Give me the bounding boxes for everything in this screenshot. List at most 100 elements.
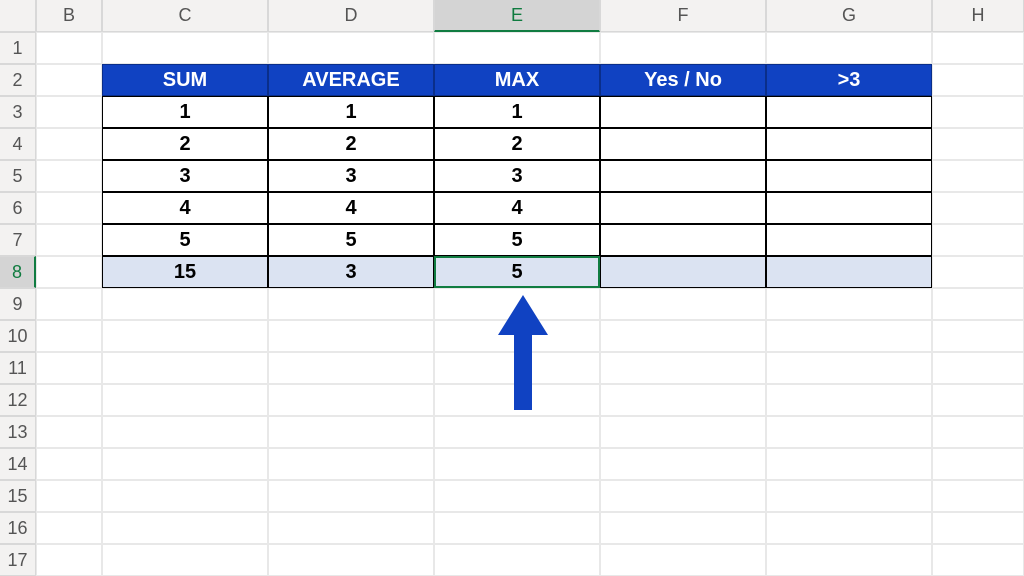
cell-B3[interactable]	[36, 96, 102, 128]
cell-D5[interactable]: 3	[268, 160, 434, 192]
cell-F4[interactable]	[600, 128, 766, 160]
cell-B17[interactable]	[36, 544, 102, 576]
cell-G5[interactable]	[766, 160, 932, 192]
col-header-F[interactable]: F	[600, 0, 766, 32]
cell-D14[interactable]	[268, 448, 434, 480]
cell-F17[interactable]	[600, 544, 766, 576]
cell-G2-header[interactable]: >3	[766, 64, 932, 96]
row-header-3[interactable]: 3	[0, 96, 36, 128]
cell-D4[interactable]: 2	[268, 128, 434, 160]
cell-F1[interactable]	[600, 32, 766, 64]
cell-B2[interactable]	[36, 64, 102, 96]
cell-H12[interactable]	[932, 384, 1024, 416]
cell-E3[interactable]: 1	[434, 96, 600, 128]
cell-D10[interactable]	[268, 320, 434, 352]
cell-H16[interactable]	[932, 512, 1024, 544]
cell-F9[interactable]	[600, 288, 766, 320]
cell-C9[interactable]	[102, 288, 268, 320]
cell-B12[interactable]	[36, 384, 102, 416]
cell-G10[interactable]	[766, 320, 932, 352]
cell-C5[interactable]: 3	[102, 160, 268, 192]
cell-E17[interactable]	[434, 544, 600, 576]
cell-H2[interactable]	[932, 64, 1024, 96]
cell-F13[interactable]	[600, 416, 766, 448]
cell-G13[interactable]	[766, 416, 932, 448]
cell-H5[interactable]	[932, 160, 1024, 192]
cell-H9[interactable]	[932, 288, 1024, 320]
row-header-4[interactable]: 4	[0, 128, 36, 160]
cell-F15[interactable]	[600, 480, 766, 512]
cell-E7[interactable]: 5	[434, 224, 600, 256]
cell-F8[interactable]	[600, 256, 766, 288]
cell-G1[interactable]	[766, 32, 932, 64]
cell-D11[interactable]	[268, 352, 434, 384]
cell-G3[interactable]	[766, 96, 932, 128]
cell-G11[interactable]	[766, 352, 932, 384]
cell-C3[interactable]: 1	[102, 96, 268, 128]
col-header-C[interactable]: C	[102, 0, 268, 32]
col-header-E[interactable]: E	[434, 0, 600, 32]
cell-C17[interactable]	[102, 544, 268, 576]
cell-D6[interactable]: 4	[268, 192, 434, 224]
cell-F3[interactable]	[600, 96, 766, 128]
col-header-D[interactable]: D	[268, 0, 434, 32]
cell-H4[interactable]	[932, 128, 1024, 160]
cell-H14[interactable]	[932, 448, 1024, 480]
cell-F12[interactable]	[600, 384, 766, 416]
cell-F6[interactable]	[600, 192, 766, 224]
cell-E4[interactable]: 2	[434, 128, 600, 160]
cell-D3[interactable]: 1	[268, 96, 434, 128]
cell-D15[interactable]	[268, 480, 434, 512]
cell-H15[interactable]	[932, 480, 1024, 512]
cell-B8[interactable]	[36, 256, 102, 288]
col-header-H[interactable]: H	[932, 0, 1024, 32]
row-header-15[interactable]: 15	[0, 480, 36, 512]
row-header-17[interactable]: 17	[0, 544, 36, 576]
cell-B15[interactable]	[36, 480, 102, 512]
cell-G4[interactable]	[766, 128, 932, 160]
row-header-7[interactable]: 7	[0, 224, 36, 256]
cell-F2-header[interactable]: Yes / No	[600, 64, 766, 96]
cell-C1[interactable]	[102, 32, 268, 64]
cell-E14[interactable]	[434, 448, 600, 480]
cell-F5[interactable]	[600, 160, 766, 192]
row-header-8[interactable]: 8	[0, 256, 36, 288]
cell-B7[interactable]	[36, 224, 102, 256]
cell-D2-header[interactable]: AVERAGE	[268, 64, 434, 96]
cell-F11[interactable]	[600, 352, 766, 384]
cell-B14[interactable]	[36, 448, 102, 480]
row-header-12[interactable]: 12	[0, 384, 36, 416]
col-header-G[interactable]: G	[766, 0, 932, 32]
cell-C8[interactable]: 15	[102, 256, 268, 288]
cell-G17[interactable]	[766, 544, 932, 576]
cell-C12[interactable]	[102, 384, 268, 416]
cell-C14[interactable]	[102, 448, 268, 480]
cell-E2-header[interactable]: MAX	[434, 64, 600, 96]
row-header-14[interactable]: 14	[0, 448, 36, 480]
cell-B13[interactable]	[36, 416, 102, 448]
row-header-10[interactable]: 10	[0, 320, 36, 352]
cell-C6[interactable]: 4	[102, 192, 268, 224]
cell-B10[interactable]	[36, 320, 102, 352]
cell-G16[interactable]	[766, 512, 932, 544]
cell-D12[interactable]	[268, 384, 434, 416]
cell-F10[interactable]	[600, 320, 766, 352]
row-header-13[interactable]: 13	[0, 416, 36, 448]
cell-E15[interactable]	[434, 480, 600, 512]
cell-E12[interactable]	[434, 384, 600, 416]
cell-B6[interactable]	[36, 192, 102, 224]
spreadsheet-grid[interactable]: B C D E F G H 1 2 SUM AVERAGE MAX Yes / …	[0, 0, 1024, 576]
cell-G6[interactable]	[766, 192, 932, 224]
cell-D16[interactable]	[268, 512, 434, 544]
row-header-16[interactable]: 16	[0, 512, 36, 544]
cell-C10[interactable]	[102, 320, 268, 352]
cell-H17[interactable]	[932, 544, 1024, 576]
cell-E9[interactable]	[434, 288, 600, 320]
select-all-corner[interactable]	[0, 0, 36, 32]
cell-C2-header[interactable]: SUM	[102, 64, 268, 96]
cell-G8[interactable]	[766, 256, 932, 288]
cell-G9[interactable]	[766, 288, 932, 320]
cell-D1[interactable]	[268, 32, 434, 64]
cell-E8-active[interactable]: 5	[434, 256, 600, 288]
cell-C4[interactable]: 2	[102, 128, 268, 160]
